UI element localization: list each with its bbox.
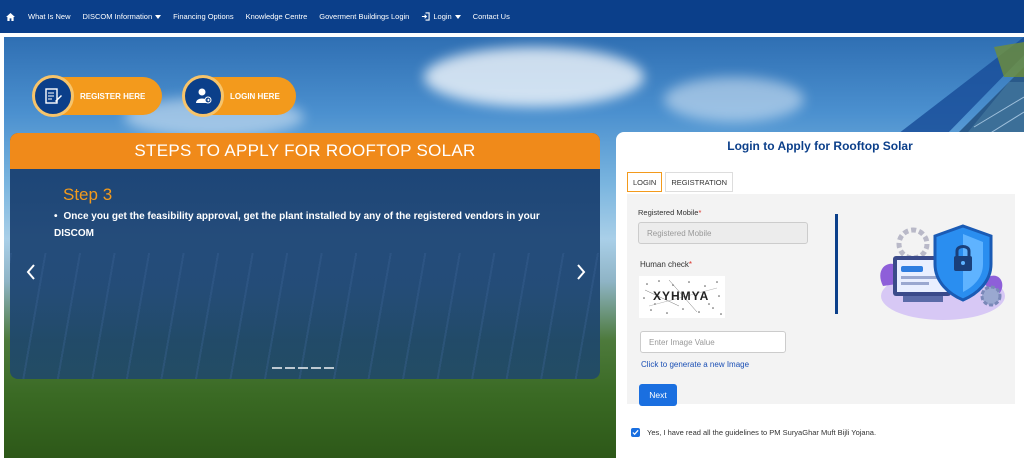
carousel-indicator[interactable]	[311, 367, 321, 369]
captcha-text: XYHMYA	[653, 289, 710, 303]
register-here-label: REGISTER HERE	[80, 91, 146, 101]
chevron-right-icon[interactable]	[576, 263, 586, 286]
human-check-label-text: Human check	[640, 260, 689, 269]
nav-whats-new-label: What Is New	[28, 12, 71, 21]
login-card-title: Login to Apply for Rooftop Solar	[727, 139, 913, 153]
carousel-indicator[interactable]	[298, 367, 308, 369]
nav-knowledge-centre[interactable]: Knowledge Centre	[246, 12, 308, 21]
registered-mobile-label: Registered Mobile*	[638, 208, 702, 217]
captcha-image: XYHMYA	[639, 276, 725, 318]
cloud-decoration	[664, 77, 804, 122]
carousel-indicator[interactable]	[272, 367, 282, 369]
steps-heading: STEPS TO APPLY FOR ROOFTOP SOLAR	[10, 133, 600, 169]
register-here-button[interactable]: REGISTER HERE	[32, 75, 162, 117]
chevron-left-icon[interactable]	[26, 263, 36, 286]
nav-financing-options-label: Financing Options	[173, 12, 234, 21]
nav-financing-options[interactable]: Financing Options	[173, 12, 233, 21]
carousel-indicator[interactable]	[285, 367, 295, 369]
step-title: Step 3	[63, 185, 113, 204]
nav-login[interactable]: Login	[421, 12, 461, 21]
image-value-input[interactable]: Enter Image Value	[640, 331, 786, 353]
agree-label: Yes, I have read all the guidelines to P…	[647, 428, 877, 437]
top-navbar: What Is New DISCOM Information Financing…	[0, 0, 1024, 33]
tab-registration[interactable]: REGISTRATION	[665, 172, 734, 192]
registered-mobile-input[interactable]: Registered Mobile	[638, 222, 808, 244]
login-icon	[421, 12, 430, 21]
step-description: • Once you get the feasibility approval, …	[54, 211, 540, 239]
nav-knowledge-centre-label: Knowledge Centre	[245, 12, 308, 21]
nav-whats-new[interactable]: What Is New	[28, 12, 71, 21]
nav-government-buildings-login[interactable]: Goverment Buildings Login	[319, 12, 409, 21]
agree-checkbox[interactable]	[631, 428, 640, 437]
registered-mobile-label-text: Registered Mobile	[638, 208, 699, 217]
nav-discom-information-label: DISCOM Information	[82, 12, 153, 21]
nav-contact-us[interactable]: Contact Us	[473, 12, 510, 21]
login-card: Login to Apply for Rooftop Solar LOGIN R…	[616, 132, 1024, 458]
login-tabs: LOGIN REGISTRATION	[627, 172, 736, 192]
home-icon[interactable]	[6, 12, 15, 21]
carousel-indicator[interactable]	[324, 367, 334, 369]
nav-login-label: Login	[433, 12, 452, 21]
tab-login[interactable]: LOGIN	[627, 172, 663, 192]
vertical-divider	[835, 214, 838, 314]
carousel-indicators	[272, 367, 334, 369]
caret-down-icon	[454, 14, 461, 19]
next-button[interactable]: Next	[639, 384, 677, 406]
step-description-text: Once you get the feasibility approval, g…	[54, 211, 540, 239]
nav-contact-us-label: Contact Us	[472, 12, 510, 21]
human-check-label: Human check*	[640, 260, 693, 269]
login-here-button[interactable]: LOGIN HERE	[182, 75, 296, 117]
security-shield-illustration	[880, 224, 1005, 320]
solar-panels-background	[10, 253, 600, 379]
nav-discom-information[interactable]: DISCOM Information	[83, 12, 162, 21]
caret-down-icon	[155, 14, 162, 19]
login-here-label: LOGIN HERE	[230, 91, 280, 101]
guidelines-agreement: Yes, I have read all the guidelines to P…	[631, 428, 876, 437]
login-form: Registered Mobile* Registered Mobile Hum…	[627, 194, 1015, 406]
solar-panel-roof-image	[894, 37, 1024, 137]
regenerate-captcha-link[interactable]: Click to generate a new Image	[641, 360, 749, 369]
register-form-icon	[32, 75, 74, 117]
user-login-icon	[182, 75, 224, 117]
steps-carousel: STEPS TO APPLY FOR ROOFTOP SOLAR Step 3 …	[10, 133, 600, 379]
cloud-decoration	[424, 47, 644, 107]
nav-government-buildings-login-label: Goverment Buildings Login	[319, 12, 410, 21]
